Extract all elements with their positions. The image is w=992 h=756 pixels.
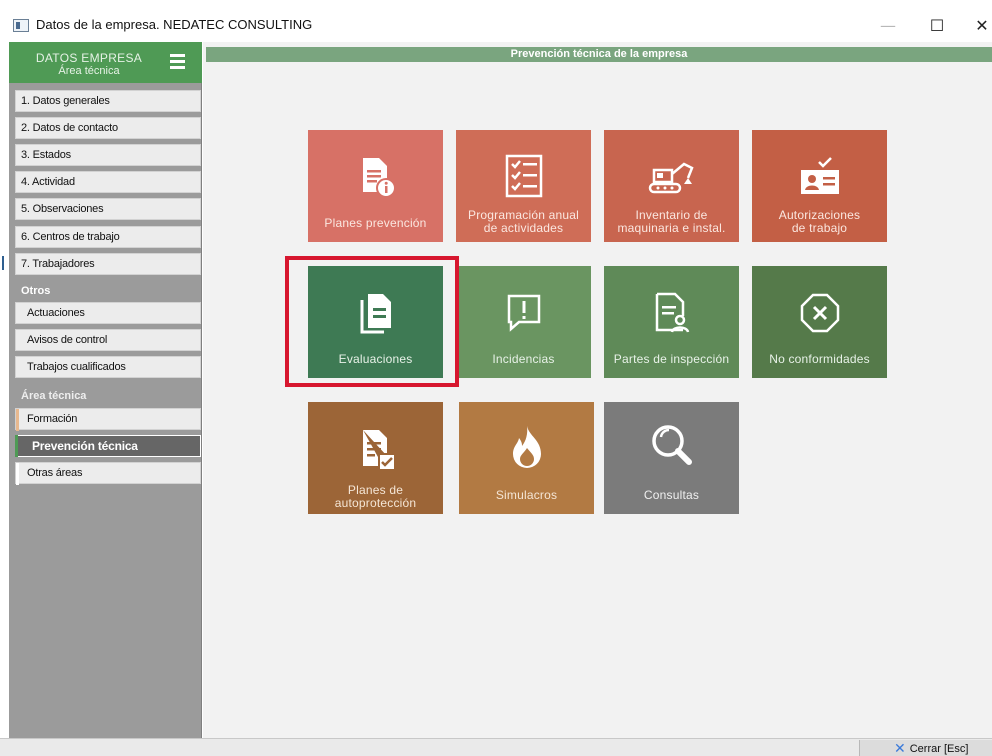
- window-title-bar: Datos de la empresa. NEDATEC CONSULTING …: [0, 0, 992, 42]
- checklist-icon: [456, 154, 591, 200]
- maximize-button[interactable]: ☐: [917, 10, 957, 40]
- document-info-icon: [308, 154, 443, 200]
- sidebar-header-subtitle: Área técnica: [58, 65, 120, 77]
- excavator-icon: [604, 154, 739, 200]
- tile-partes-inspeccion[interactable]: Partes de inspección: [604, 266, 739, 378]
- sidebar-item-actividad[interactable]: 4. Actividad: [15, 171, 201, 193]
- tile-incidencias[interactable]: Incidencias: [456, 266, 591, 378]
- tile-label: No conformidades: [769, 352, 870, 366]
- status-bar: ✕ Cerrar [Esc]: [0, 738, 992, 756]
- sidebar-item-otras-areas[interactable]: Otras áreas: [15, 462, 201, 485]
- search-icon: [604, 420, 739, 466]
- tile-consultas[interactable]: Consultas: [604, 402, 739, 514]
- close-x-icon: ✕: [894, 740, 906, 756]
- tile-label: Planes prevención: [324, 216, 427, 230]
- cerrar-button[interactable]: ✕ Cerrar [Esc]: [859, 740, 992, 756]
- tile-label-line-2: autoprotección: [334, 496, 417, 510]
- tile-inventario-maquinaria[interactable]: Inventario de maquinaria e instal.: [604, 130, 739, 242]
- sidebar-item-avisos-control[interactable]: Avisos de control: [15, 329, 201, 351]
- sidebar-item-datos-contacto[interactable]: 2. Datos de contacto: [15, 117, 201, 139]
- cerrar-label: Cerrar [Esc]: [909, 742, 969, 755]
- window-title: Datos de la empresa. NEDATEC CONSULTING: [36, 17, 313, 32]
- sidebar-item-formacion-label: Formación: [27, 413, 78, 425]
- prevencion-marker: [15, 435, 18, 457]
- window-edge-marker: [2, 256, 4, 270]
- sidebar-item-estados[interactable]: 3. Estados: [15, 144, 201, 166]
- tile-simulacros[interactable]: Simulacros: [459, 402, 594, 514]
- sidebar: DATOS EMPRESA Área técnica 1. Datos gene…: [9, 42, 202, 738]
- sidebar-item-otras-areas-label: Otras áreas: [27, 467, 83, 479]
- tile-label-line-2: de actividades: [483, 221, 564, 235]
- tile-label-line-2: maquinaria e instal.: [617, 221, 726, 235]
- sidebar-item-datos-generales[interactable]: 1. Datos generales: [15, 90, 201, 112]
- id-card-check-icon: [752, 154, 887, 200]
- sidebar-item-prevencion-label: Prevención técnica: [32, 439, 138, 453]
- tile-programacion-anual[interactable]: Programación anual de actividades: [456, 130, 591, 242]
- sidebar-item-centros-trabajo[interactable]: 6. Centros de trabajo: [15, 226, 201, 248]
- alert-message-icon: [456, 290, 591, 336]
- tile-planes-autoproteccion[interactable]: Planes de autoprotección: [308, 402, 443, 514]
- sidebar-item-trabajos-cualificados[interactable]: Trabajos cualificados: [15, 356, 201, 378]
- selection-highlight: [285, 256, 459, 387]
- otras-areas-marker: [16, 463, 19, 485]
- tile-label-line-2: de trabajo: [791, 221, 848, 235]
- close-window-button[interactable]: ✕: [962, 10, 992, 40]
- hamburger-icon[interactable]: [170, 54, 186, 70]
- tile-label: Partes de inspección: [613, 352, 730, 366]
- sidebar-section-otros: Otros: [21, 285, 51, 297]
- sidebar-item-formacion[interactable]: Formación: [15, 408, 201, 431]
- tile-no-conformidades[interactable]: No conformidades: [752, 266, 887, 378]
- main-header: Prevención técnica de la empresa: [206, 47, 992, 62]
- sidebar-item-prevencion-tecnica[interactable]: Prevención técnica: [15, 435, 201, 457]
- circle-x-icon: [752, 290, 887, 336]
- fire-icon: [459, 422, 594, 468]
- sidebar-header: DATOS EMPRESA Área técnica: [9, 42, 202, 83]
- document-user-icon: [604, 290, 739, 336]
- tile-label: Consultas: [643, 488, 700, 502]
- sidebar-item-observaciones[interactable]: 5. Observaciones: [15, 198, 201, 220]
- tile-planes-prevencion[interactable]: Planes prevención: [308, 130, 443, 242]
- minimize-button[interactable]: —: [868, 10, 908, 40]
- app-window-icon: [13, 19, 29, 32]
- formacion-marker: [16, 409, 19, 431]
- tile-label: Simulacros: [495, 488, 558, 502]
- tile-label: Incidencias: [492, 352, 555, 366]
- tile-autorizaciones-trabajo[interactable]: Autorizaciones de trabajo: [752, 130, 887, 242]
- document-check-icon: [308, 426, 443, 472]
- sidebar-section-area-tecnica: Área técnica: [21, 390, 87, 402]
- sidebar-item-actuaciones[interactable]: Actuaciones: [15, 302, 201, 324]
- sidebar-header-title: DATOS EMPRESA: [35, 51, 143, 65]
- sidebar-item-trabajadores[interactable]: 7. Trabajadores: [15, 253, 201, 275]
